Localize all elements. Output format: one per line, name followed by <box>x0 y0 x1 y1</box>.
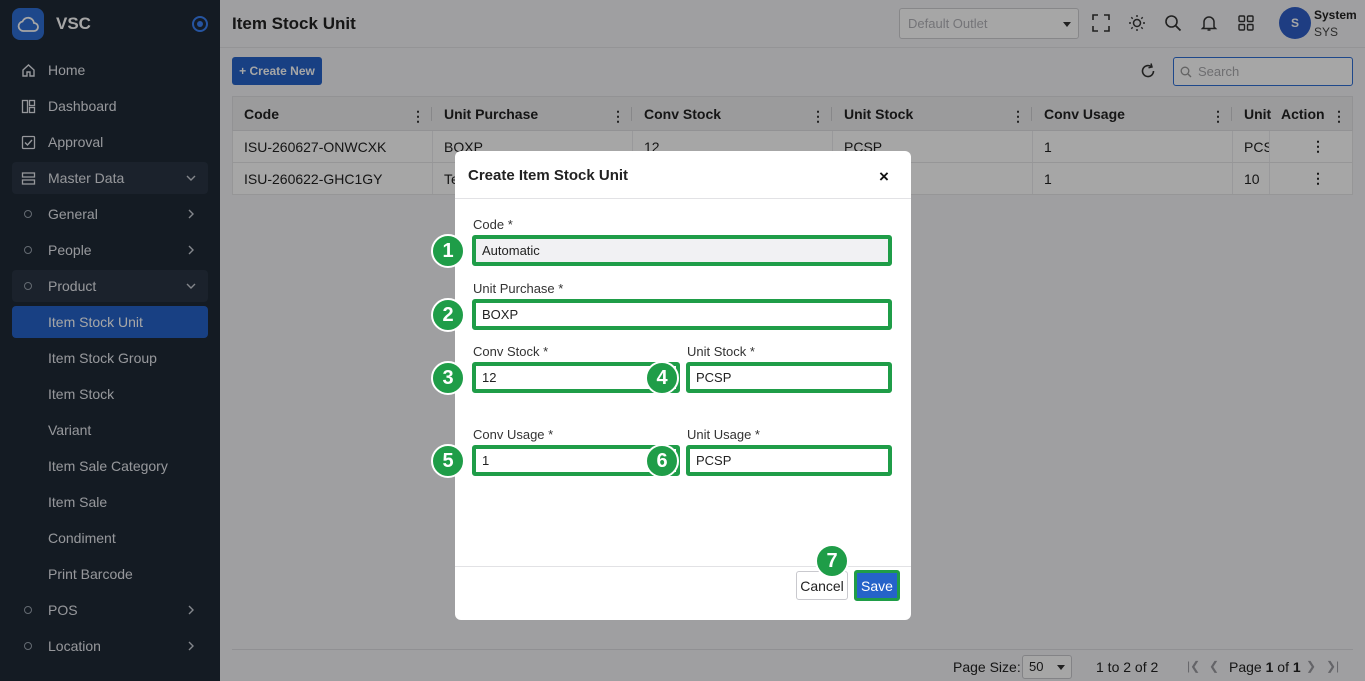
step-marker-6: 6 <box>645 444 679 478</box>
step-marker-7: 7 <box>815 544 849 578</box>
unit-usage-field[interactable]: PCSP <box>686 445 892 476</box>
unit-purchase-field[interactable]: BOXP <box>472 299 892 330</box>
divider <box>455 198 911 199</box>
app: VSC Home Dashboard Approval Master Data <box>0 0 1365 681</box>
dialog-title: Create Item Stock Unit <box>468 167 629 184</box>
step-marker-3: 3 <box>431 361 465 395</box>
conv-stock-label: Conv Stock * <box>473 344 549 359</box>
unit-stock-label: Unit Stock * <box>687 344 755 359</box>
code-field: Automatic <box>472 235 892 266</box>
close-icon[interactable]: × <box>879 167 889 187</box>
save-button[interactable]: Save <box>857 573 897 598</box>
step-marker-2: 2 <box>431 298 465 332</box>
conv-usage-label: Conv Usage * <box>473 427 554 442</box>
code-label: Code * <box>473 217 513 232</box>
save-button-highlight: Save <box>854 570 900 601</box>
unit-purchase-label: Unit Purchase * <box>473 281 564 296</box>
step-marker-1: 1 <box>431 234 465 268</box>
unit-stock-field[interactable]: PCSP <box>686 362 892 393</box>
step-marker-5: 5 <box>431 444 465 478</box>
step-marker-4: 4 <box>645 361 679 395</box>
unit-usage-label: Unit Usage * <box>687 427 760 442</box>
